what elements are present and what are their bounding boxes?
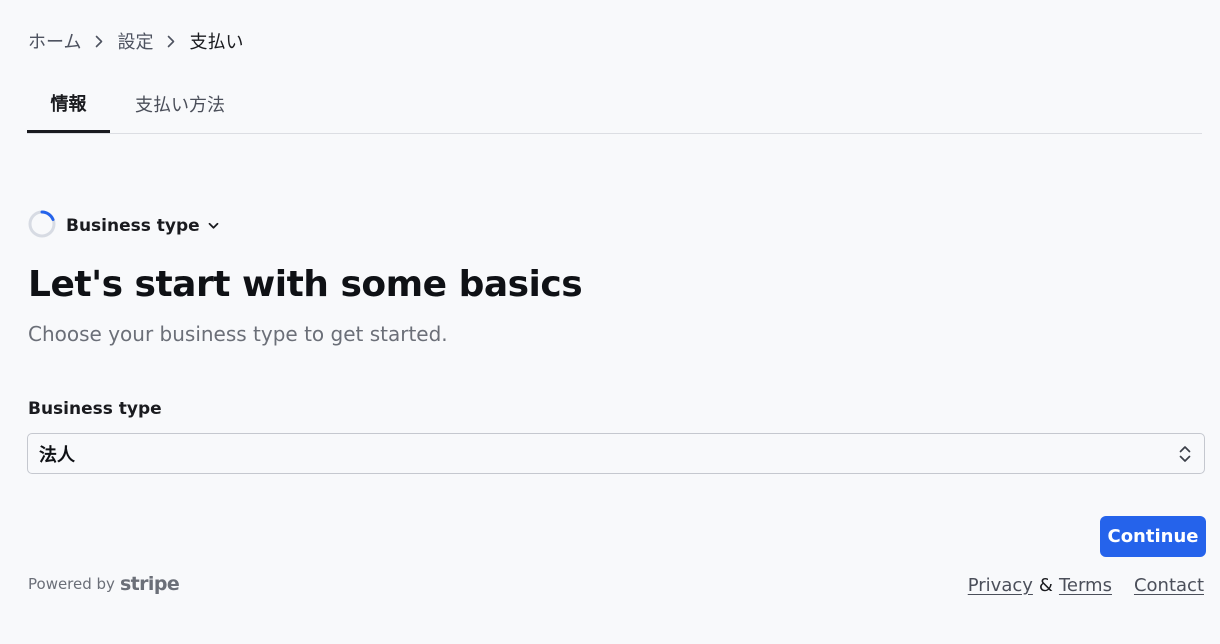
terms-link[interactable]: Terms <box>1059 575 1112 596</box>
chevron-right-icon <box>95 35 103 48</box>
page-subtitle: Choose your business type to get started… <box>28 322 448 346</box>
breadcrumb-item-payments: 支払い <box>189 32 244 53</box>
privacy-link[interactable]: Privacy <box>968 575 1033 596</box>
chevron-down-icon <box>208 222 219 230</box>
step-label: Business type <box>66 216 200 236</box>
business-type-label: Business type <box>28 399 162 419</box>
powered-by-stripe[interactable]: Powered by stripe <box>28 572 180 596</box>
continue-button[interactable]: Continue <box>1100 516 1206 557</box>
tab-payment-methods[interactable]: 支払い方法 <box>110 76 250 132</box>
chevron-up-down-icon <box>1178 445 1192 463</box>
chevron-right-icon <box>167 35 175 48</box>
breadcrumb-item-settings[interactable]: 設定 <box>117 28 153 54</box>
contact-link[interactable]: Contact <box>1134 575 1204 596</box>
ampersand: & <box>1038 575 1053 596</box>
step-toggle-business-type[interactable]: Business type <box>28 210 219 242</box>
page-title: Let's start with some basics <box>28 264 583 305</box>
powered-by-label: Powered by <box>28 575 115 593</box>
tab-information[interactable]: 情報 <box>27 76 110 133</box>
stripe-logo: stripe <box>119 573 180 595</box>
footer-links: Privacy & Terms Contact <box>968 575 1204 596</box>
loading-spinner-icon <box>28 210 56 242</box>
business-type-selected-value: 法人 <box>39 444 75 466</box>
page: ホーム 設定 支払い 情報 支払い方法 Business type Let's … <box>0 0 1220 644</box>
business-type-select[interactable]: 法人 <box>27 433 1205 474</box>
breadcrumb-item-home[interactable]: ホーム <box>28 28 81 54</box>
breadcrumb: ホーム 設定 支払い <box>28 28 243 54</box>
tab-bar: 情報 支払い方法 <box>27 76 1202 134</box>
